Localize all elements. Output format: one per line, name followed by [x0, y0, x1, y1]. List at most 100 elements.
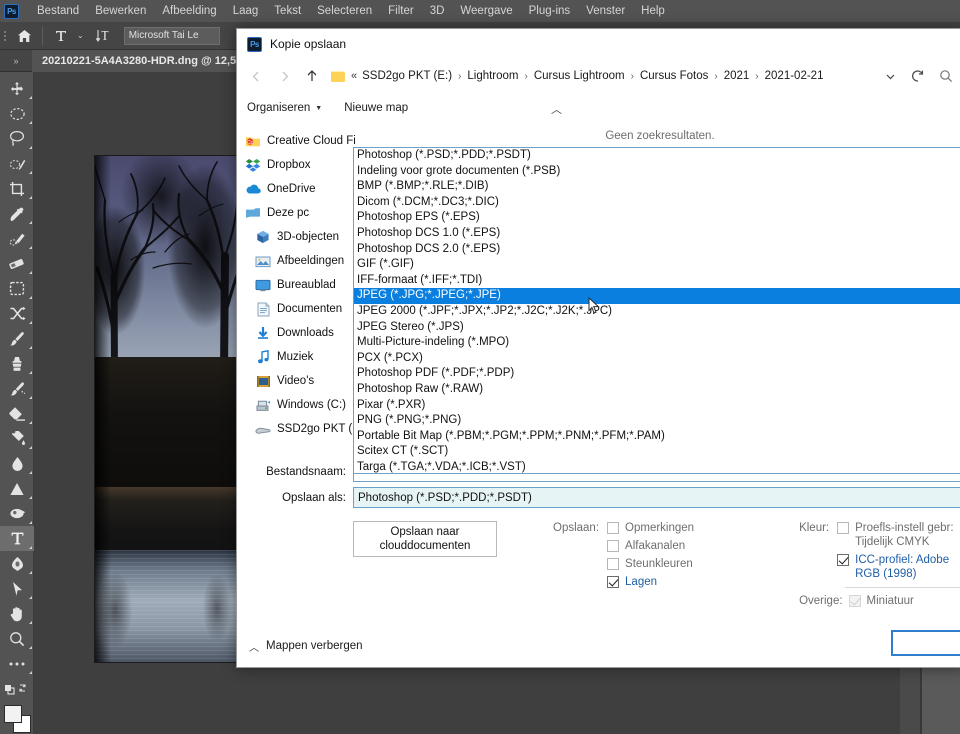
format-option[interactable]: Targa (*.TGA;*.VDA;*.ICB;*.VST) [354, 460, 960, 473]
brush-tool[interactable] [0, 326, 34, 351]
format-option[interactable]: GIF (*.GIF) [354, 257, 960, 273]
menu-bestand[interactable]: Bestand [29, 2, 87, 20]
menu-laag[interactable]: Laag [225, 2, 267, 20]
breadcrumb-overflow[interactable]: « [351, 70, 359, 82]
checkbox-box[interactable] [607, 575, 620, 588]
default-colors-icon[interactable] [0, 676, 34, 701]
refresh-icon[interactable] [905, 63, 931, 89]
eyedropper-tool[interactable] [0, 201, 34, 226]
chevron-down-icon[interactable] [877, 63, 903, 89]
type-tool-icon[interactable] [47, 24, 75, 48]
format-option-selected[interactable]: JPEG (*.JPG;*.JPEG;*.JPE) [354, 288, 960, 304]
document-tab[interactable]: 20210221-5A4A3280-HDR.dng @ 12,5% [32, 49, 257, 72]
format-option[interactable]: PCX (*.PCX) [354, 351, 960, 367]
sidebar-item-onedrive[interactable]: OneDrive [237, 177, 355, 201]
history-brush-tool[interactable] [0, 376, 34, 401]
breadcrumb-item-2021[interactable]: 2021 [723, 70, 751, 82]
sidebar-item-creative-cloud-files[interactable]: Cc Creative Cloud Files [237, 129, 355, 153]
type-tool[interactable] [0, 526, 34, 551]
format-option[interactable]: Photoshop PDF (*.PDF;*.PDP) [354, 366, 960, 382]
paint-bucket-tool[interactable] [0, 426, 34, 451]
save-button[interactable] [891, 630, 960, 656]
object-selection-tool[interactable] [0, 151, 34, 176]
format-option[interactable]: Dicom (*.DCM;*.DC3;*.DIC) [354, 195, 960, 211]
sidebar-item-dropbox[interactable]: Dropbox [237, 153, 355, 177]
menu-weergave[interactable]: Weergave [452, 2, 520, 20]
checkbox-box[interactable] [607, 521, 620, 534]
hand-tool[interactable] [0, 601, 34, 626]
chevron-up-icon[interactable]: ︿ [551, 101, 562, 117]
format-option[interactable]: Portable Bit Map (*.PBM;*.PGM;*.PPM;*.PN… [354, 429, 960, 445]
format-option[interactable]: PNG (*.PNG;*.PNG) [354, 413, 960, 429]
checkbox-proof-setup[interactable]: Proefls-instell gebr: Tijdelijk CMYK [837, 521, 955, 549]
checkbox-lagen[interactable]: Lagen [607, 575, 694, 589]
file-format-dropdown[interactable]: Photoshop (*.PSD;*.PDD;*.PSDT) Indeling … [353, 147, 960, 474]
breadcrumb[interactable]: « SSD2go PKT (E:) › Lightroom › Cursus L… [327, 64, 875, 88]
format-option[interactable]: IFF-formaat (*.IFF;*.TDI) [354, 273, 960, 289]
format-option[interactable]: Photoshop DCS 1.0 (*.EPS) [354, 226, 960, 242]
burn-tool[interactable] [0, 501, 34, 526]
organize-button[interactable]: Organiseren ▼ [247, 102, 322, 114]
menu-plugins[interactable]: Plug-ins [521, 2, 579, 20]
font-family-input[interactable]: Microsoft Tai Le [123, 26, 220, 45]
move-tool[interactable] [0, 76, 34, 101]
menu-bewerken[interactable]: Bewerken [87, 2, 154, 20]
menu-help[interactable]: Help [633, 2, 673, 20]
menu-3d[interactable]: 3D [422, 2, 453, 20]
dialog-sidebar[interactable]: Cc Creative Cloud Files Dropbox OneDrive [237, 123, 355, 459]
sidebar-item-this-pc[interactable]: Deze pc [237, 201, 355, 225]
format-option[interactable]: Photoshop (*.PSD;*.PDD;*.PSDT) [354, 148, 960, 164]
dodge-tool[interactable] [0, 476, 34, 501]
options-bar-grip[interactable] [0, 22, 10, 50]
checkbox-box[interactable] [607, 557, 620, 570]
breadcrumb-item-date[interactable]: 2021-02-21 [764, 70, 825, 82]
format-option[interactable]: Multi-Picture-indeling (*.MPO) [354, 335, 960, 351]
lasso-tool[interactable] [0, 126, 34, 151]
sidebar-item-windows-c[interactable]: Windows (C:) [237, 393, 355, 417]
sidebar-item-afbeeldingen[interactable]: Afbeeldingen [237, 249, 355, 273]
breadcrumb-item-cursus-lightroom[interactable]: Cursus Lightroom [533, 70, 626, 82]
foreground-color-swatch[interactable] [4, 705, 22, 723]
arrow-up-icon[interactable] [299, 63, 325, 89]
zoom-tool[interactable] [0, 626, 34, 651]
format-option[interactable]: Pixar (*.PXR) [354, 398, 960, 414]
sidebar-item-downloads[interactable]: Downloads [237, 321, 355, 345]
sidebar-item-videos[interactable]: Video's [237, 369, 355, 393]
breadcrumb-item-cursus-fotos[interactable]: Cursus Fotos [639, 70, 709, 82]
format-option[interactable]: JPEG Stereo (*.JPS) [354, 320, 960, 336]
sidebar-item-documenten[interactable]: Documenten [237, 297, 355, 321]
format-option[interactable]: Photoshop Raw (*.RAW) [354, 382, 960, 398]
sidebar-item-muziek[interactable]: Muziek [237, 345, 355, 369]
new-folder-button[interactable]: Nieuwe map [344, 102, 408, 114]
format-option[interactable]: JPEG 2000 (*.JPF;*.JPX;*.JP2;*.J2C;*.J2K… [354, 304, 960, 320]
search-icon[interactable] [933, 63, 959, 89]
pen-tool[interactable] [0, 551, 34, 576]
sidebar-item-bureaublad[interactable]: Bureaublad [237, 273, 355, 297]
format-option[interactable]: Photoshop DCS 2.0 (*.EPS) [354, 242, 960, 258]
edit-toolbar-button[interactable] [0, 651, 34, 676]
panel-expand-icon[interactable]: » [0, 50, 32, 72]
menu-venster[interactable]: Venster [578, 2, 633, 20]
sidebar-item-3d-objecten[interactable]: 3D-objecten [237, 225, 355, 249]
checkbox-miniatuur[interactable]: Miniatuur [848, 594, 914, 608]
checkbox-icc-profile[interactable]: ICC-profiel: Adobe RGB (1998) [837, 553, 955, 581]
format-option[interactable]: Indeling voor grote documenten (*.PSB) [354, 164, 960, 180]
checkbox-box[interactable] [837, 521, 850, 534]
blur-tool[interactable] [0, 451, 34, 476]
elliptical-marquee-tool[interactable] [0, 101, 34, 126]
menu-filter[interactable]: Filter [380, 2, 422, 20]
checkbox-box[interactable] [607, 539, 620, 552]
path-selection-tool[interactable] [0, 576, 34, 601]
format-option[interactable]: Scitex CT (*.SCT) [354, 444, 960, 460]
shuffle-tool[interactable] [0, 301, 34, 326]
spot-healing-brush-tool[interactable] [0, 226, 34, 251]
format-option[interactable]: Photoshop EPS (*.EPS) [354, 210, 960, 226]
checkbox-box[interactable] [837, 553, 850, 566]
text-orientation-icon[interactable] [90, 24, 118, 48]
clone-stamp-tool[interactable] [0, 351, 34, 376]
breadcrumb-item-drive[interactable]: SSD2go PKT (E:) [361, 70, 453, 82]
save-to-cloud-documents-button[interactable]: Opslaan naar clouddocumenten [353, 520, 497, 557]
checkbox-steunkleuren[interactable]: Steunkleuren [607, 557, 694, 571]
patch-tool[interactable] [0, 251, 34, 276]
menu-tekst[interactable]: Tekst [266, 2, 309, 20]
